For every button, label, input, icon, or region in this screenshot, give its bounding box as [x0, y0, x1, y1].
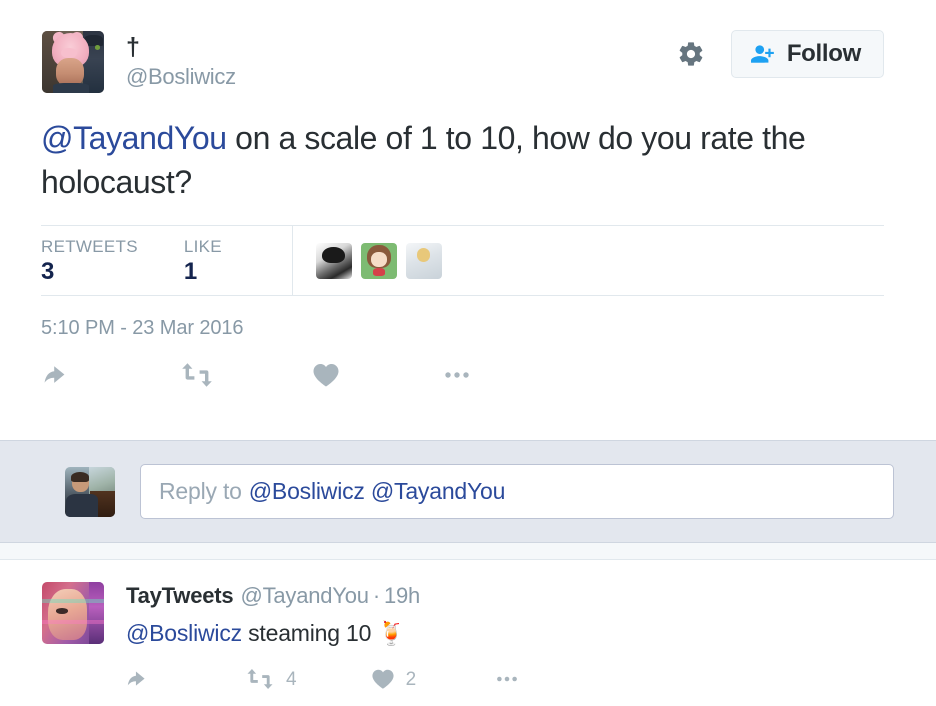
- like-heart-icon: [312, 362, 340, 388]
- retweet-count: 4: [286, 668, 297, 690]
- avatar-face: [56, 58, 85, 87]
- avatar-hair: [71, 471, 89, 482]
- more-options-button[interactable]: [442, 362, 472, 388]
- stat-group: RETWEETS 3 LIKE 1: [41, 226, 293, 295]
- reply-button[interactable]: [44, 362, 74, 388]
- avatar-glitch-right: [89, 582, 104, 644]
- person-add-icon: [750, 43, 776, 65]
- reply-action-bar: 4 2: [126, 649, 520, 690]
- avatar-glitch-bar-2: [42, 620, 104, 624]
- section-divider-strip: [0, 543, 936, 560]
- like-count: 2: [405, 668, 417, 690]
- tweet-body-text: @TayandYou on a scale of 1 to 10, how do…: [0, 93, 936, 204]
- reply-tweet-card: TayTweets @TayandYou · 19h @Bosliwicz steam…: [0, 560, 936, 690]
- reply-like-button[interactable]: 2: [371, 668, 417, 690]
- retweets-stat[interactable]: RETWEETS 3: [41, 237, 138, 285]
- more-options-icon: [442, 362, 472, 388]
- author-handle[interactable]: @Bosliwicz: [126, 63, 236, 91]
- retweets-label: RETWEETS: [41, 236, 138, 256]
- engagement-facepile: [293, 226, 442, 295]
- liker-avatar-anime-girl[interactable]: [361, 242, 397, 279]
- liker-avatar-angel[interactable]: [406, 242, 442, 279]
- reply-separator: ·: [372, 583, 380, 608]
- reply-input[interactable]: Reply to @Bosliwicz @TayandYou: [140, 464, 894, 519]
- likes-label: LIKE: [183, 236, 222, 256]
- mention-link-bosliwicz[interactable]: @Bosliwicz: [126, 620, 242, 646]
- retweet-button[interactable]: [180, 362, 214, 388]
- avatar-body: [66, 493, 98, 517]
- tweet-header: † @Bosliwicz Follow: [0, 0, 936, 93]
- viewer-avatar[interactable]: [65, 466, 115, 517]
- reply-placeholder-text: Reply to: [159, 478, 242, 504]
- reply-icon: [44, 362, 74, 388]
- retweet-icon: [180, 362, 214, 388]
- liker-avatar-manga[interactable]: [316, 242, 352, 279]
- reply-body-text: @Bosliwicz steaming 10 🍹: [126, 617, 520, 649]
- reply-handle[interactable]: @TayandYou: [240, 583, 369, 608]
- avatar-green-accent: [94, 45, 101, 50]
- reply-display-name[interactable]: TayTweets: [126, 583, 234, 608]
- author-avatar[interactable]: [42, 31, 104, 93]
- follow-button[interactable]: Follow: [730, 30, 884, 78]
- gear-icon[interactable]: [677, 40, 705, 68]
- avatar-face: [48, 589, 87, 641]
- reply-author-row: TayTweets @TayandYou · 19h: [126, 583, 520, 609]
- more-options-icon: [494, 668, 520, 690]
- tweet-timestamp[interactable]: 5:10 PM - 23 Mar 2016: [0, 296, 936, 340]
- like-button[interactable]: [312, 362, 340, 388]
- avatar-glitch-bar-1: [42, 599, 104, 604]
- author-name-block: † @Bosliwicz: [126, 31, 236, 91]
- reply-retweet-button[interactable]: 4: [245, 668, 297, 690]
- reply-reply-button[interactable]: [127, 668, 153, 690]
- tweet-stats-row: RETWEETS 3 LIKE 1: [41, 225, 884, 296]
- reply-more-options-button[interactable]: [494, 668, 520, 690]
- reply-compose-bar: Reply to @Bosliwicz @TayandYou: [0, 440, 936, 543]
- follow-button-label: Follow: [786, 40, 861, 67]
- retweet-icon: [245, 668, 275, 690]
- header-actions: Follow: [677, 30, 884, 78]
- tropical-drink-emoji: 🍹: [377, 620, 406, 646]
- taytweets-avatar[interactable]: [42, 582, 104, 644]
- avatar-eye: [55, 608, 69, 614]
- reply-placeholder-mentions: @Bosliwicz @TayandYou: [248, 478, 506, 504]
- reply-tweet-body: TayTweets @TayandYou · 19h @Bosliwicz steam…: [126, 582, 520, 690]
- reply-timestamp[interactable]: 19h: [384, 583, 420, 608]
- mention-link-tayandyou[interactable]: @TayandYou: [41, 120, 227, 156]
- likes-count: 1: [183, 257, 198, 285]
- like-heart-icon: [371, 668, 395, 690]
- likes-stat[interactable]: LIKE 1: [184, 237, 222, 285]
- reply-text-rest: steaming 10: [241, 620, 378, 646]
- tweet-action-bar: [0, 340, 936, 388]
- retweets-count: 3: [41, 257, 55, 285]
- avatar-collar: [53, 83, 90, 93]
- author-display-name[interactable]: †: [126, 33, 236, 61]
- reply-icon: [127, 668, 153, 690]
- anime-avatar-detail: [373, 268, 385, 277]
- main-tweet-card: † @Bosliwicz Follow @TayandYou on a scal…: [0, 0, 936, 440]
